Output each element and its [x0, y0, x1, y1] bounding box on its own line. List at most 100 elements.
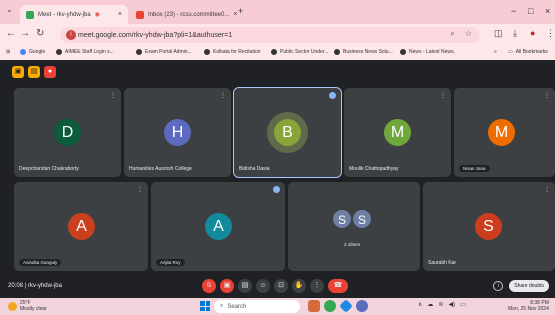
more-options-icon[interactable]: ⋮	[440, 92, 446, 99]
bookmark-item[interactable]: Public Sector Under...	[271, 49, 328, 55]
window-close-button[interactable]: ×	[545, 6, 550, 16]
avatar: S	[352, 209, 372, 229]
avatar: S	[332, 209, 352, 229]
forward-icon[interactable]: →	[20, 28, 30, 39]
more-options-icon[interactable]: ⋮	[110, 92, 116, 99]
meet-top-icons: ▣ ▤ ●	[12, 66, 56, 78]
zoom-icon[interactable]: ⌕	[450, 29, 454, 39]
gmail-favicon-icon	[136, 10, 144, 19]
bookmark-item[interactable]: Kolkata for Recitation	[204, 49, 261, 55]
bookmark-item[interactable]: Exam Portal Admin...	[136, 49, 192, 55]
all-bookmarks[interactable]: ▭ All Bookmarks	[508, 49, 548, 55]
windows-start-icon[interactable]	[200, 301, 210, 311]
raise-hand-icon[interactable]: ✋	[292, 279, 306, 293]
participant-name: Humanities Ausrosh College	[129, 166, 192, 172]
recording-icon[interactable]: ●	[44, 66, 56, 78]
avatar: A	[205, 213, 232, 240]
profile-icon[interactable]: ●	[530, 28, 535, 38]
avatar: B	[274, 119, 301, 146]
participant-tile[interactable]: M ⋮ Moulik Chattopadhyay	[344, 88, 451, 177]
participant-tile-group[interactable]: S S 2 others	[288, 182, 420, 271]
present-icon[interactable]: ⊡	[274, 279, 288, 293]
more-options-icon[interactable]: ⋮	[310, 279, 324, 293]
taskbar-clock[interactable]: 8:38 PM Mon, 25 Nov 2024	[508, 300, 549, 312]
weather-sun-icon	[8, 301, 17, 311]
more-options-icon[interactable]: ⋮	[544, 186, 550, 193]
weather-widget[interactable]: 25°F Mostly clear	[8, 300, 47, 312]
bookmark-item[interactable]: AIMEE Staff Login s...	[56, 49, 114, 55]
close-tab-icon[interactable]: ×	[118, 11, 122, 18]
cloud-icon[interactable]: ☁	[427, 301, 433, 308]
meet-right-controls: i Share doubts	[493, 280, 549, 292]
participant-tile-speaking[interactable]: B Bidisha Dasia	[233, 87, 342, 178]
host-controls-icon[interactable]: ▤	[28, 66, 40, 78]
site-info-icon[interactable]: !	[66, 30, 76, 40]
apps-icon[interactable]: ⊞	[6, 49, 10, 55]
wifi-icon[interactable]: ≋	[438, 301, 443, 308]
bookmark-item[interactable]: Google	[20, 49, 45, 55]
share-doubts-button[interactable]: Share doubts	[509, 280, 549, 292]
participant-tile[interactable]: A Arijita Roy	[151, 182, 285, 271]
more-bookmarks-icon[interactable]: »	[494, 49, 497, 55]
reload-icon[interactable]: ↻	[36, 28, 44, 39]
battery-icon[interactable]: ▭	[460, 301, 466, 308]
url-text: meet.google.com/rkv-yhdw-jba?pli=1&authu…	[78, 31, 233, 39]
tab-strip: ⌄ Meet - rkv-yhdw-jba ◉ × Inbox (23) - r…	[0, 0, 555, 24]
more-options-icon[interactable]: ⋮	[544, 92, 550, 99]
site-icon	[56, 49, 62, 55]
tab-search-icon[interactable]: ⌄	[6, 5, 13, 14]
back-icon[interactable]: ←	[6, 28, 16, 39]
system-tray: ∧ ☁ ≋ ◀) ▭	[418, 301, 466, 308]
captions-icon[interactable]: ▤	[238, 279, 252, 293]
site-icon	[334, 49, 340, 55]
others-count: 2 others	[344, 242, 361, 247]
participant-name: Nisan Jana	[459, 165, 490, 172]
bookmark-item[interactable]: Business News Solu...	[334, 49, 393, 55]
meet-favicon-icon	[26, 10, 34, 19]
info-icon[interactable]: i	[493, 281, 504, 291]
new-tab-button[interactable]: +	[238, 6, 243, 16]
participant-tile[interactable]: H ⋮ Humanities Ausrosh College	[124, 88, 231, 177]
tab-meet[interactable]: Meet - rkv-yhdw-jba ◉ ×	[20, 5, 128, 24]
call-controls: ⍉ ▣ ▤ ☺ ⊡ ✋ ⋮ ☎	[202, 279, 348, 293]
bookmarks-bar: ⊞ Google AIMEE Staff Login s... Exam Por…	[0, 46, 555, 60]
chrome-icon[interactable]	[324, 300, 336, 312]
extensions-icon[interactable]: ◫	[494, 28, 503, 39]
participant-tile[interactable]: A ⋮ Anindita Ganguly	[14, 182, 148, 271]
bookmark-star-icon[interactable]: ☆	[465, 29, 472, 39]
participant-name: Moulik Chattopadhyay	[349, 166, 399, 172]
participant-tile[interactable]: S ⋮ Saurabh Kar	[423, 182, 555, 271]
meeting-time-code: 20:08 | rkv-yhdw-jba	[8, 283, 62, 289]
more-options-icon[interactable]: ⋮	[137, 186, 143, 193]
google-icon	[20, 49, 26, 55]
taskbar-search[interactable]: ⌕ Search	[214, 300, 300, 313]
app-icon[interactable]	[339, 299, 353, 313]
tray-overflow-icon[interactable]: ∧	[418, 301, 422, 308]
taskbar-apps	[308, 299, 368, 313]
participant-tile[interactable]: D ⋮ Deepchandan Chakraborty	[14, 88, 121, 177]
download-icon[interactable]: ⤓	[513, 28, 517, 39]
meet-stage: ▣ ▤ ● D ⋮ Deepchandan Chakraborty H ⋮ Hu…	[0, 60, 555, 298]
site-icon	[136, 49, 142, 55]
site-icon	[271, 49, 277, 55]
menu-icon[interactable]: ⋮	[546, 28, 555, 39]
meeting-info-icon[interactable]: ▣	[12, 66, 24, 78]
address-bar[interactable]: ! meet.google.com/rkv-yhdw-jba?pli=1&aut…	[60, 27, 480, 43]
mic-off-icon[interactable]: ⍉	[202, 279, 216, 293]
app-icon[interactable]	[356, 300, 368, 312]
minimize-button[interactable]: −	[511, 6, 516, 16]
tab-inbox[interactable]: Inbox (23) - rcsu.committee0... ×	[130, 5, 238, 24]
participant-tile[interactable]: M ⋮ Nisan Jana	[454, 88, 555, 177]
site-icon	[204, 49, 210, 55]
camera-off-icon[interactable]: ▣	[220, 279, 234, 293]
maximize-button[interactable]: □	[528, 6, 533, 16]
more-options-icon[interactable]: ⋮	[220, 92, 226, 99]
tab-label: Meet - rkv-yhdw-jba	[38, 11, 91, 18]
close-tab-icon[interactable]: ×	[233, 11, 237, 18]
volume-icon[interactable]: ◀)	[448, 301, 455, 308]
avatar: A	[68, 213, 95, 240]
leave-call-button[interactable]: ☎	[328, 279, 348, 293]
bookmark-item[interactable]: News - Latest News,	[400, 49, 455, 55]
copilot-icon[interactable]	[308, 300, 320, 312]
emoji-icon[interactable]: ☺	[256, 279, 270, 293]
